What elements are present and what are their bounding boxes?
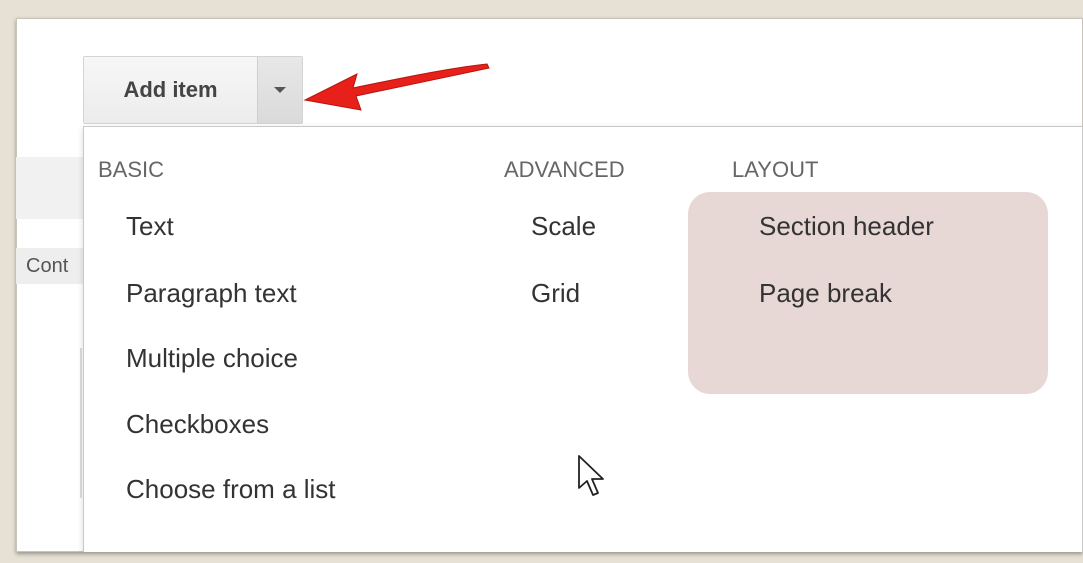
outer-frame: Cont Add item BASIC ADVANCED LAYOUT Text… [0, 0, 1083, 563]
column-header-layout: LAYOUT [732, 157, 819, 182]
caret-down-icon [274, 87, 286, 93]
menu-item-grid[interactable]: Grid [531, 278, 580, 309]
background-divider [80, 348, 82, 498]
menu-item-checkboxes[interactable]: Checkboxes [126, 409, 269, 440]
background-strip [16, 157, 86, 219]
add-item-button-group: Add item [83, 56, 303, 124]
add-item-button[interactable]: Add item [84, 57, 257, 123]
menu-item-choose-from-a-list[interactable]: Choose from a list [126, 474, 336, 505]
menu-item-multiple-choice[interactable]: Multiple choice [126, 343, 298, 374]
menu-item-section-header[interactable]: Section header [759, 211, 934, 242]
red-arrow-icon [303, 63, 490, 111]
screenshot-panel: Cont Add item BASIC ADVANCED LAYOUT Text… [16, 18, 1083, 552]
menu-item-text[interactable]: Text [126, 211, 174, 242]
column-header-advanced: ADVANCED [504, 157, 625, 182]
mouse-pointer-icon [578, 455, 604, 496]
add-item-menu: BASIC ADVANCED LAYOUT Text Paragraph tex… [83, 126, 1083, 552]
menu-item-scale[interactable]: Scale [531, 211, 596, 242]
add-item-dropdown-toggle[interactable] [257, 57, 302, 123]
column-header-basic: BASIC [98, 157, 165, 182]
menu-item-page-break[interactable]: Page break [759, 278, 892, 309]
background-label: Cont [16, 248, 86, 284]
menu-item-paragraph-text[interactable]: Paragraph text [126, 278, 297, 309]
